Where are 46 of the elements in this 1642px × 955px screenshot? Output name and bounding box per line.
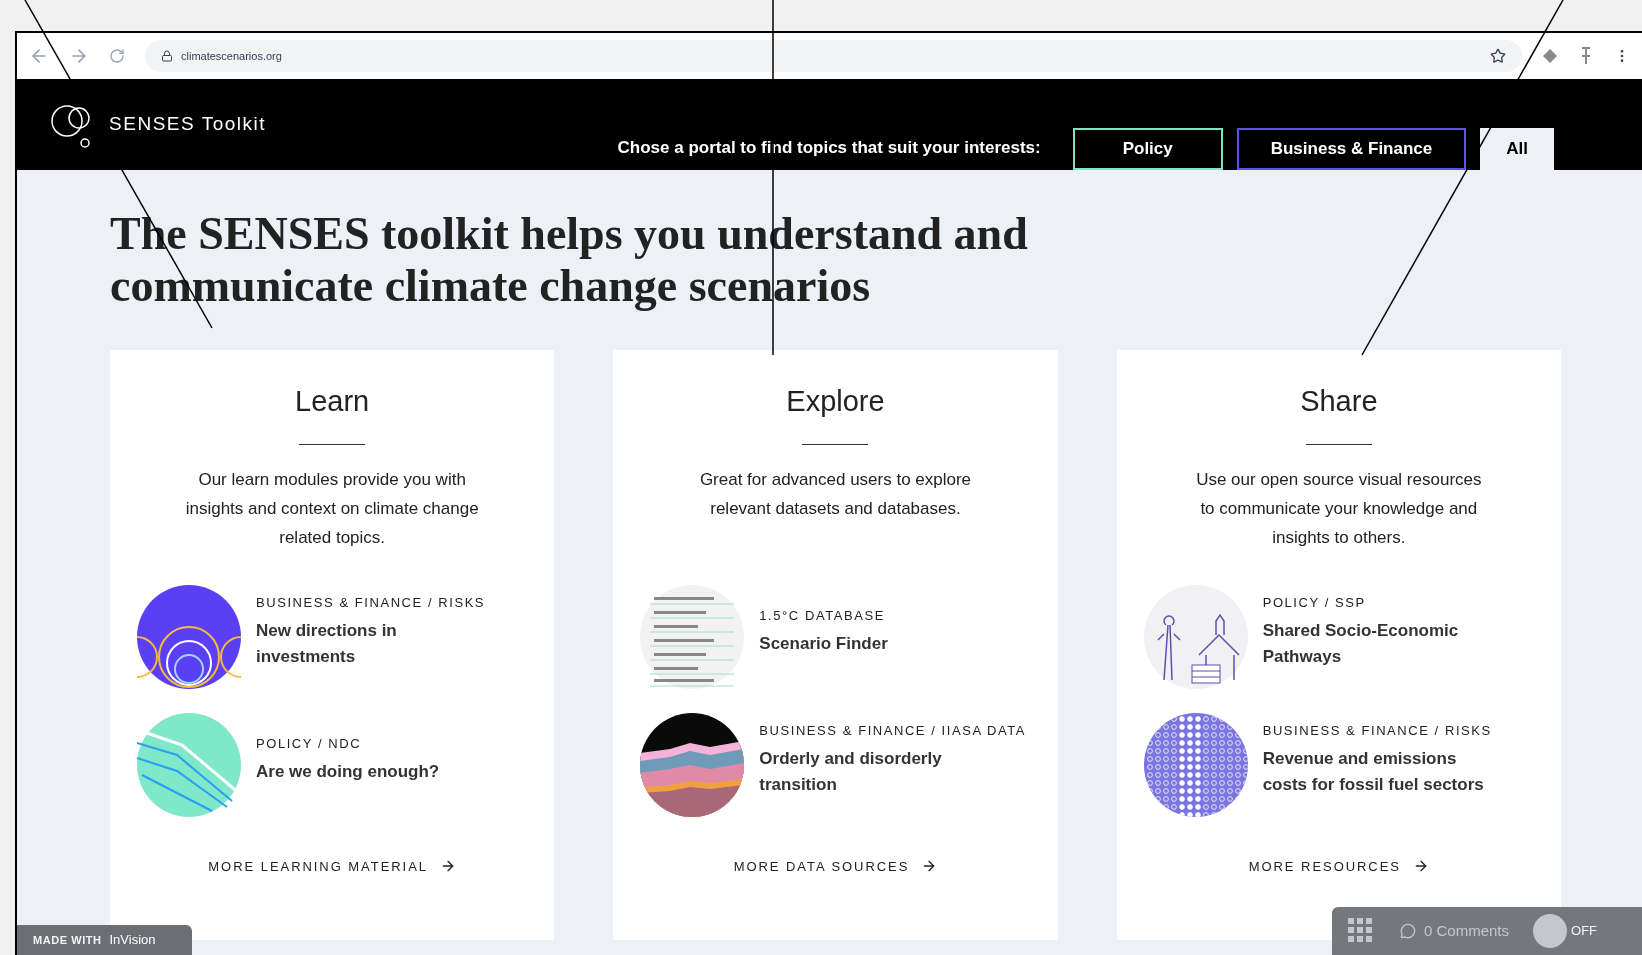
portal-tab[interactable]: All — [1480, 128, 1554, 170]
topic-title: Are we doing enough? — [256, 761, 440, 784]
card-description: Our learn modules provide you with insights and context on climate change related topics. — [184, 468, 480, 549]
card-description: Use our open source visual resources to communicate your knowledge and insights to others. — [1195, 468, 1483, 549]
bookmark-star-icon[interactable] — [1490, 48, 1506, 64]
portal-tab[interactable]: Business & Finance — [1236, 128, 1467, 170]
card-description: Great for advanced users to explore relevant datasets and databases. — [698, 468, 973, 520]
title-rule — [299, 443, 366, 445]
logo-text[interactable]: SENSES Toolkit — [109, 110, 267, 139]
topic-title: New directions in investments — [256, 620, 398, 669]
topic-title: Orderly and disorderly transition — [759, 748, 943, 797]
extension-icon[interactable] — [1542, 48, 1558, 64]
toggle-label: OFF — [1571, 922, 1598, 941]
topic-item[interactable]: BUSINESS & FINANCE / RISKS New directions in investments — [137, 584, 528, 689]
lock-icon — [161, 50, 173, 62]
topic-title: Revenue and emissions costs for fossil fuel sectors — [1262, 748, 1485, 797]
reload-icon[interactable] — [109, 48, 125, 64]
title-rule — [802, 443, 869, 445]
portal-tab[interactable]: Policy — [1072, 128, 1223, 170]
badge-prefix: MADE WITH — [33, 932, 102, 948]
title-rule — [1305, 443, 1372, 445]
comment-icon[interactable] — [1400, 923, 1416, 939]
topic-category: BUSINESS & FINANCE / IIASA DATA — [759, 721, 1027, 740]
topic-item[interactable]: 1.5°C DATABASE Scenario Finder — [640, 584, 1031, 689]
portal-prompt: Chose a portal to find topics that suit your interests: — [617, 136, 1041, 159]
more-link[interactable]: MORE DATA SOURCES — [733, 856, 938, 876]
topic-item[interactable]: POLICY / SSP Shared Socio-Economic Pathways — [1143, 584, 1534, 689]
more-link[interactable]: MORE LEARNING MATERIAL — [208, 856, 456, 876]
topic-item[interactable]: POLICY / NDC Are we doing enough? — [137, 712, 528, 817]
topic-item[interactable]: BUSINESS & FINANCE / IIASA DATA Orderly and disorderly transition — [640, 712, 1031, 817]
topic-title: Shared Socio-Economic Pathways — [1262, 620, 1460, 669]
topic-category: BUSINESS & FINANCE / RISKS — [256, 593, 487, 612]
url-text: climatescenarios.org — [181, 48, 282, 64]
card-title: Explore — [786, 384, 885, 419]
topic-title: Scenario Finder — [759, 633, 888, 656]
topic-category: POLICY / SSP — [1262, 593, 1367, 612]
address-bar[interactable]: climatescenarios.org — [145, 40, 1522, 72]
topic-category: 1.5°C DATABASE — [759, 606, 886, 625]
badge-brand: InVision — [109, 931, 156, 950]
card-title: Learn — [295, 384, 370, 419]
topic-category: POLICY / NDC — [256, 734, 363, 753]
more-link[interactable]: MORE RESOURCES — [1248, 856, 1429, 876]
topic-category: BUSINESS & FINANCE / RISKS — [1262, 721, 1493, 740]
made-with-badge[interactable]: MADE WITH InVision — [17, 925, 192, 955]
card-title: Share — [1300, 384, 1378, 419]
topic-item[interactable]: BUSINESS & FINANCE / RISKS Revenue and emissions costs for fossil fuel sectors — [1143, 712, 1534, 817]
